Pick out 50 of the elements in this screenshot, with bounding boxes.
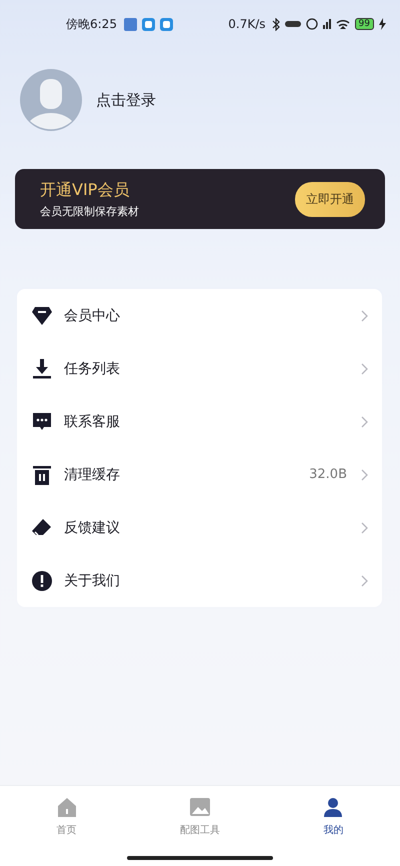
status-time: 傍晚6:25 [66,16,117,32]
menu-item[interactable]: 联系客服 [17,395,382,448]
vip-title: 开通VIP会员 [40,180,130,200]
cache-size: 32.0B [309,467,347,482]
menu-label: 清理缓存 [64,466,120,484]
activate-button[interactable]: 立即开通 [295,182,365,216]
notification-icons [124,18,174,30]
wifi-icon [336,19,350,29]
chevron-icon [361,362,368,374]
person-icon [323,797,344,817]
menu-item[interactable]: 反馈建议 [17,501,382,554]
exclamation-icon [32,570,52,590]
chevron-icon [361,522,368,534]
network-speed: 0.7K/s [228,17,266,31]
bluetooth-icon [270,18,280,30]
chevron-icon [361,416,368,428]
diamond-icon [32,306,52,324]
tab[interactable]: 我的 [266,786,400,848]
menu-item[interactable]: 任务列表 [17,342,382,395]
tab[interactable]: 配图工具 [133,786,267,848]
menu-item[interactable]: 清理缓存 32.0B [17,448,382,501]
chevron-icon [361,468,368,480]
signal-icon [322,19,331,29]
menu-label: 反馈建议 [64,518,120,536]
menu-label: 联系客服 [64,412,120,430]
tab[interactable]: 首页 [0,786,134,848]
tab-label: 配图工具 [180,824,220,837]
chat-icon [32,412,52,432]
tab-label: 我的 [323,824,344,837]
trash-icon [32,464,52,484]
chevron-icon [361,574,368,586]
menu-item[interactable]: 关于我们 [17,554,382,607]
avatar-icon[interactable] [20,69,82,131]
download-icon [32,358,52,378]
home-icon [56,797,77,817]
menu-label: 任务列表 [64,360,120,378]
menu-label: 会员中心 [64,306,120,324]
vip-subtitle: 会员无限制保存素材 [40,204,140,218]
tab-label: 首页 [56,824,77,837]
menu-item[interactable]: 会员中心 [17,289,382,342]
chevron-icon [361,310,368,322]
home-indicator[interactable] [127,856,273,860]
battery-level: 99 [354,18,374,30]
login-link[interactable]: 点击登录 [96,90,156,110]
alarm-icon [306,18,318,30]
menu-label: 关于我们 [64,572,120,590]
charging-icon [379,18,386,30]
eraser-icon [32,518,52,536]
image-icon [190,797,210,817]
vibrate-icon [284,21,301,27]
